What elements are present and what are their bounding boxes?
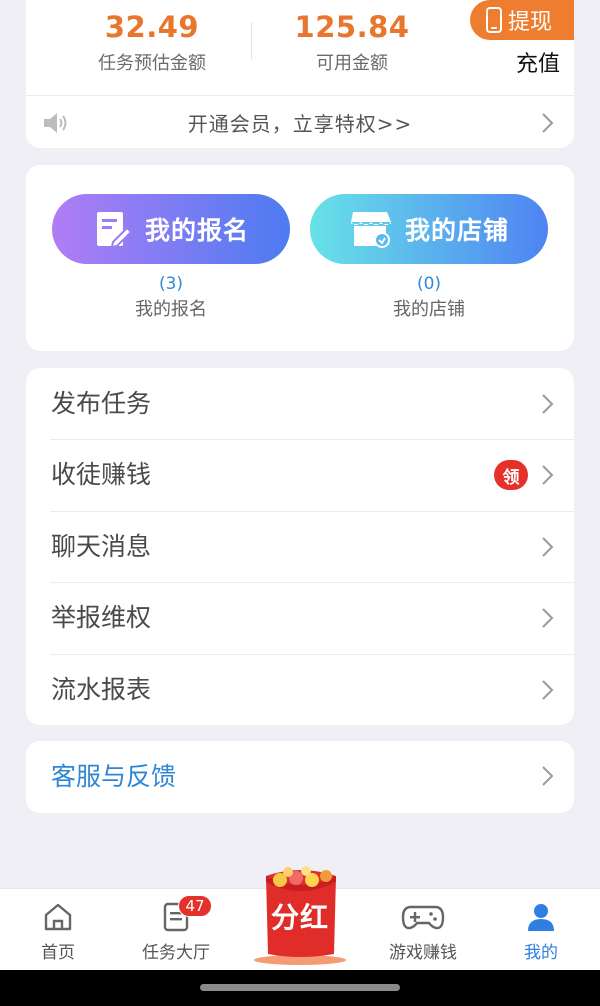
my-signups-button-label: 我的报名 (144, 216, 249, 245)
customer-service-feedback[interactable]: 客服与反馈 (26, 741, 574, 813)
my-shop-button-label: 我的店铺 (404, 216, 509, 245)
nav-mine[interactable]: 我的 (491, 901, 591, 965)
menu-item-publish-task[interactable]: 发布任务 (26, 368, 574, 439)
menu-list: 发布任务 收徒赚钱 领 聊天消息 举报维权 流水报表 (26, 368, 574, 725)
withdraw-label: 提现 (508, 10, 553, 35)
my-shop-button[interactable]: 我的店铺 (310, 194, 548, 264)
estimate-stat[interactable]: 32.49 任务预估金额 (52, 6, 252, 77)
my-signups-button[interactable]: 我的报名 (52, 194, 290, 264)
user-icon (528, 904, 554, 931)
speaker-icon (44, 113, 67, 133)
menu-item-transaction-report[interactable]: 流水报表 (26, 653, 574, 725)
my-signups-label: 我的报名 (135, 299, 207, 320)
chevron-right-icon (542, 465, 554, 486)
nav-game-earn-label: 游戏赚钱 (389, 943, 457, 963)
dividend-button[interactable]: 分红 (250, 866, 350, 966)
menu-item-report-rights[interactable]: 举报维权 (26, 582, 574, 653)
task-hall-badge: 47 (178, 895, 212, 917)
chevron-right-icon (542, 608, 554, 628)
member-notice-text: 开通会员，立享特权>> (187, 111, 413, 136)
gamepad-icon (401, 905, 445, 930)
nav-game-earn[interactable]: 游戏赚钱 (373, 901, 473, 965)
menu-item-recruit-earn[interactable]: 收徒赚钱 领 (26, 439, 574, 510)
my-shop-label: 我的店铺 (393, 299, 465, 320)
phone-icon (486, 7, 502, 33)
claim-badge: 领 (494, 460, 528, 491)
available-stat[interactable]: 125.84 可用金额 (252, 6, 452, 77)
chevron-right-icon (542, 679, 554, 700)
nav-task-hall[interactable]: 47 任务大厅 (126, 895, 226, 965)
member-notice-bar[interactable]: 开通会员，立享特权>> (26, 95, 574, 148)
my-signups-count: (3) (158, 274, 184, 294)
menu-item-label: 聊天消息 (51, 531, 152, 561)
menu-item-label: 举报维权 (51, 603, 152, 633)
system-navigation-bar (0, 970, 600, 1006)
my-shop-count: (0) (416, 274, 442, 294)
menu-item-chat-messages[interactable]: 聊天消息 (26, 510, 574, 582)
chevron-right-icon (542, 537, 554, 557)
home-icon (44, 903, 72, 931)
menu-item-label: 收徒赚钱 (51, 460, 152, 490)
chevron-right-icon (542, 113, 554, 133)
home-indicator[interactable] (200, 984, 400, 991)
menu-item-label: 发布任务 (51, 389, 152, 418)
nav-mine-label: 我的 (524, 943, 558, 963)
storefront-icon (350, 212, 391, 248)
menu-item-label: 流水报表 (51, 674, 152, 704)
available-label: 可用金额 (316, 53, 388, 74)
nav-task-hall-label: 任务大厅 (142, 943, 210, 963)
nav-home-label: 首页 (41, 943, 75, 963)
chevron-right-icon (542, 766, 554, 786)
nav-home[interactable]: 首页 (8, 901, 108, 965)
customer-service-label: 客服与反馈 (51, 762, 177, 791)
recharge-link[interactable]: 充值 (516, 46, 560, 78)
shortcut-card: 我的报名 (3) 我的报名 我的店铺 (0) 我的店铺 (26, 165, 574, 351)
estimate-amount: 32.49 (104, 10, 200, 44)
chevron-right-icon (542, 394, 554, 414)
dividend-label: 分红 (270, 901, 329, 934)
withdraw-button[interactable]: 提现 (470, 0, 574, 40)
my-shop-shortcut: 我的店铺 (0) 我的店铺 (310, 194, 548, 324)
available-amount: 125.84 (294, 10, 410, 44)
signup-form-icon (96, 212, 133, 249)
estimate-label: 任务预估金额 (98, 53, 206, 74)
balance-card: 32.49 任务预估金额 125.84 可用金额 提现 充值 开通会员，立享特权… (26, 0, 574, 148)
my-signups-shortcut: 我的报名 (3) 我的报名 (52, 194, 290, 324)
